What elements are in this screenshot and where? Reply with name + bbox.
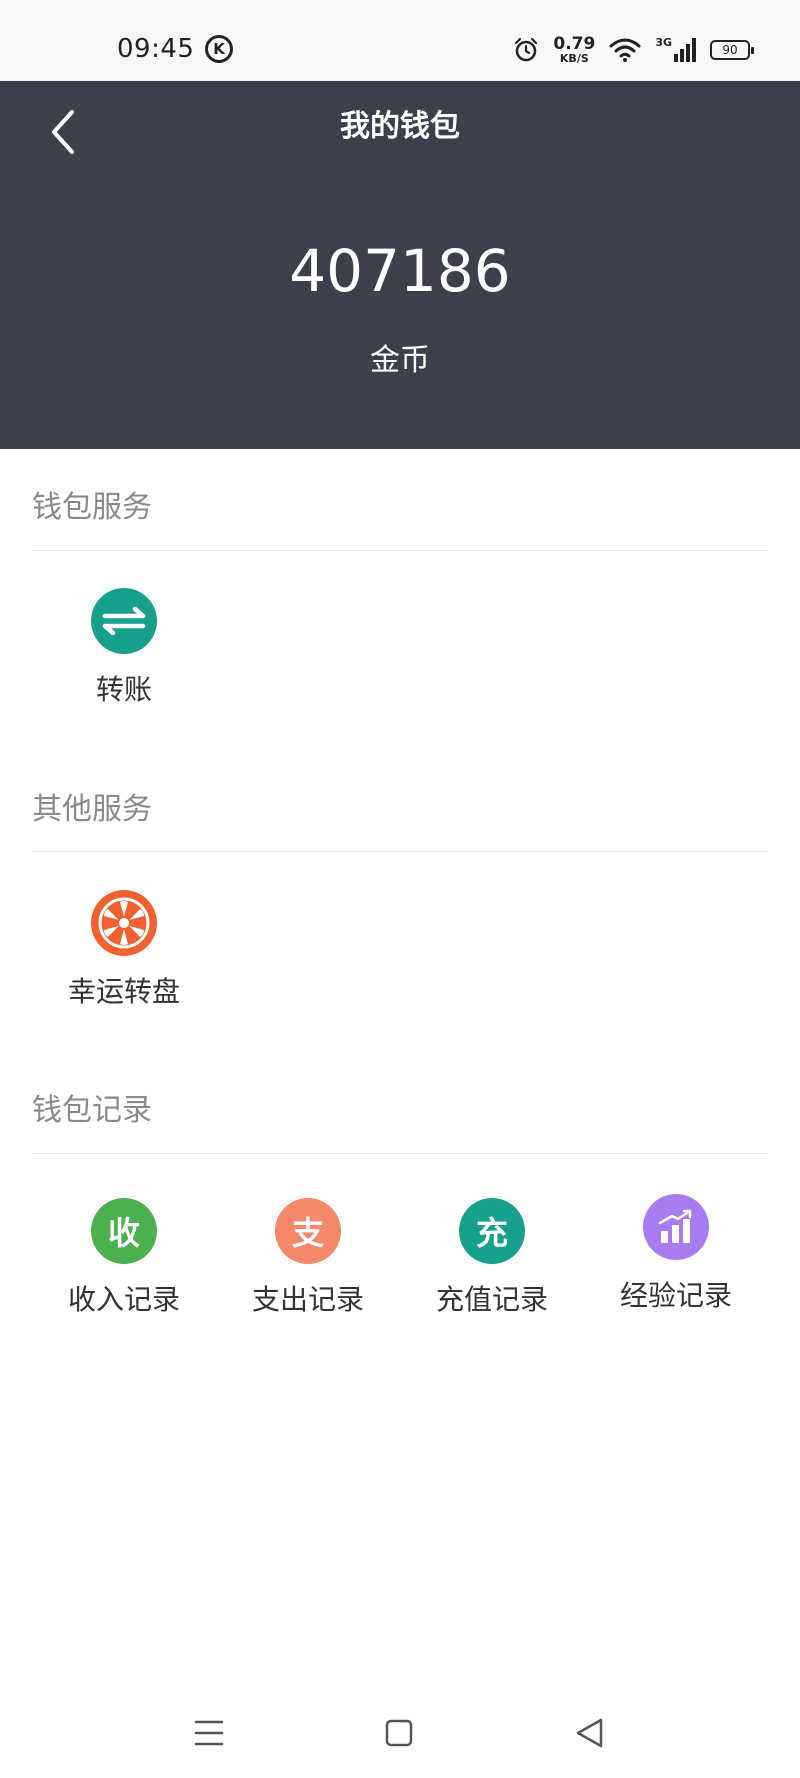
transfer-icon (91, 588, 157, 654)
expense-record-item[interactable]: 支 支出记录 (216, 1198, 400, 1318)
lucky-wheel-item[interactable]: 幸运转盘 (32, 890, 216, 1010)
back-triangle-icon (576, 1718, 603, 1748)
wallet-header: 我的钱包 407186 金币 (0, 81, 800, 449)
menu-icon (194, 1720, 224, 1746)
section-title-wallet-services: 钱包服务 (32, 490, 152, 525)
status-indicators: 0.79 KB/S 3G 90 (513, 30, 754, 70)
status-bar: 09:45 K 0.79 KB/S 3G 90 (0, 0, 800, 81)
page-title: 我的钱包 (340, 109, 460, 144)
divider (32, 851, 768, 852)
lucky-wheel-label: 幸运转盘 (67, 975, 180, 1008)
app-badge-icon: K (205, 35, 233, 63)
network-speed: 0.79 KB/S (553, 34, 596, 65)
experience-record-label: 经验记录 (619, 1279, 732, 1312)
experience-record-item[interactable]: 经验记录 (584, 1194, 768, 1314)
section-title-wallet-records: 钱包记录 (32, 1093, 152, 1128)
menu-button[interactable] (179, 1708, 239, 1758)
alarm-icon (515, 37, 538, 62)
network-type: 3G (655, 35, 672, 49)
divider (32, 1153, 768, 1154)
income-record-label: 收入记录 (67, 1283, 180, 1316)
home-button[interactable] (369, 1708, 429, 1758)
wifi-icon (609, 38, 641, 62)
signal-icon (674, 38, 696, 62)
system-nav-bar (0, 1688, 800, 1778)
expense-icon: 支 (275, 1198, 341, 1264)
recharge-record-item[interactable]: 充 充值记录 (400, 1198, 584, 1318)
experience-chart-icon (643, 1194, 709, 1260)
expense-record-label: 支出记录 (251, 1283, 364, 1316)
home-icon (385, 1719, 413, 1747)
recharge-icon: 充 (459, 1198, 525, 1264)
battery-level: 90 (722, 43, 738, 57)
status-time: 09:45 (117, 34, 195, 64)
balance-unit: 金币 (370, 343, 430, 378)
income-icon: 收 (91, 1198, 157, 1264)
income-record-item[interactable]: 收 收入记录 (32, 1198, 216, 1318)
transfer-item[interactable]: 转账 (32, 588, 216, 708)
section-title-other-services: 其他服务 (32, 792, 152, 827)
coin-balance: 407186 (289, 237, 511, 305)
divider (32, 550, 768, 551)
recharge-record-label: 充值记录 (435, 1283, 548, 1316)
lucky-wheel-icon (91, 890, 157, 956)
system-back-button[interactable] (560, 1708, 620, 1758)
transfer-label: 转账 (95, 673, 152, 706)
battery-icon: 90 (710, 40, 754, 60)
